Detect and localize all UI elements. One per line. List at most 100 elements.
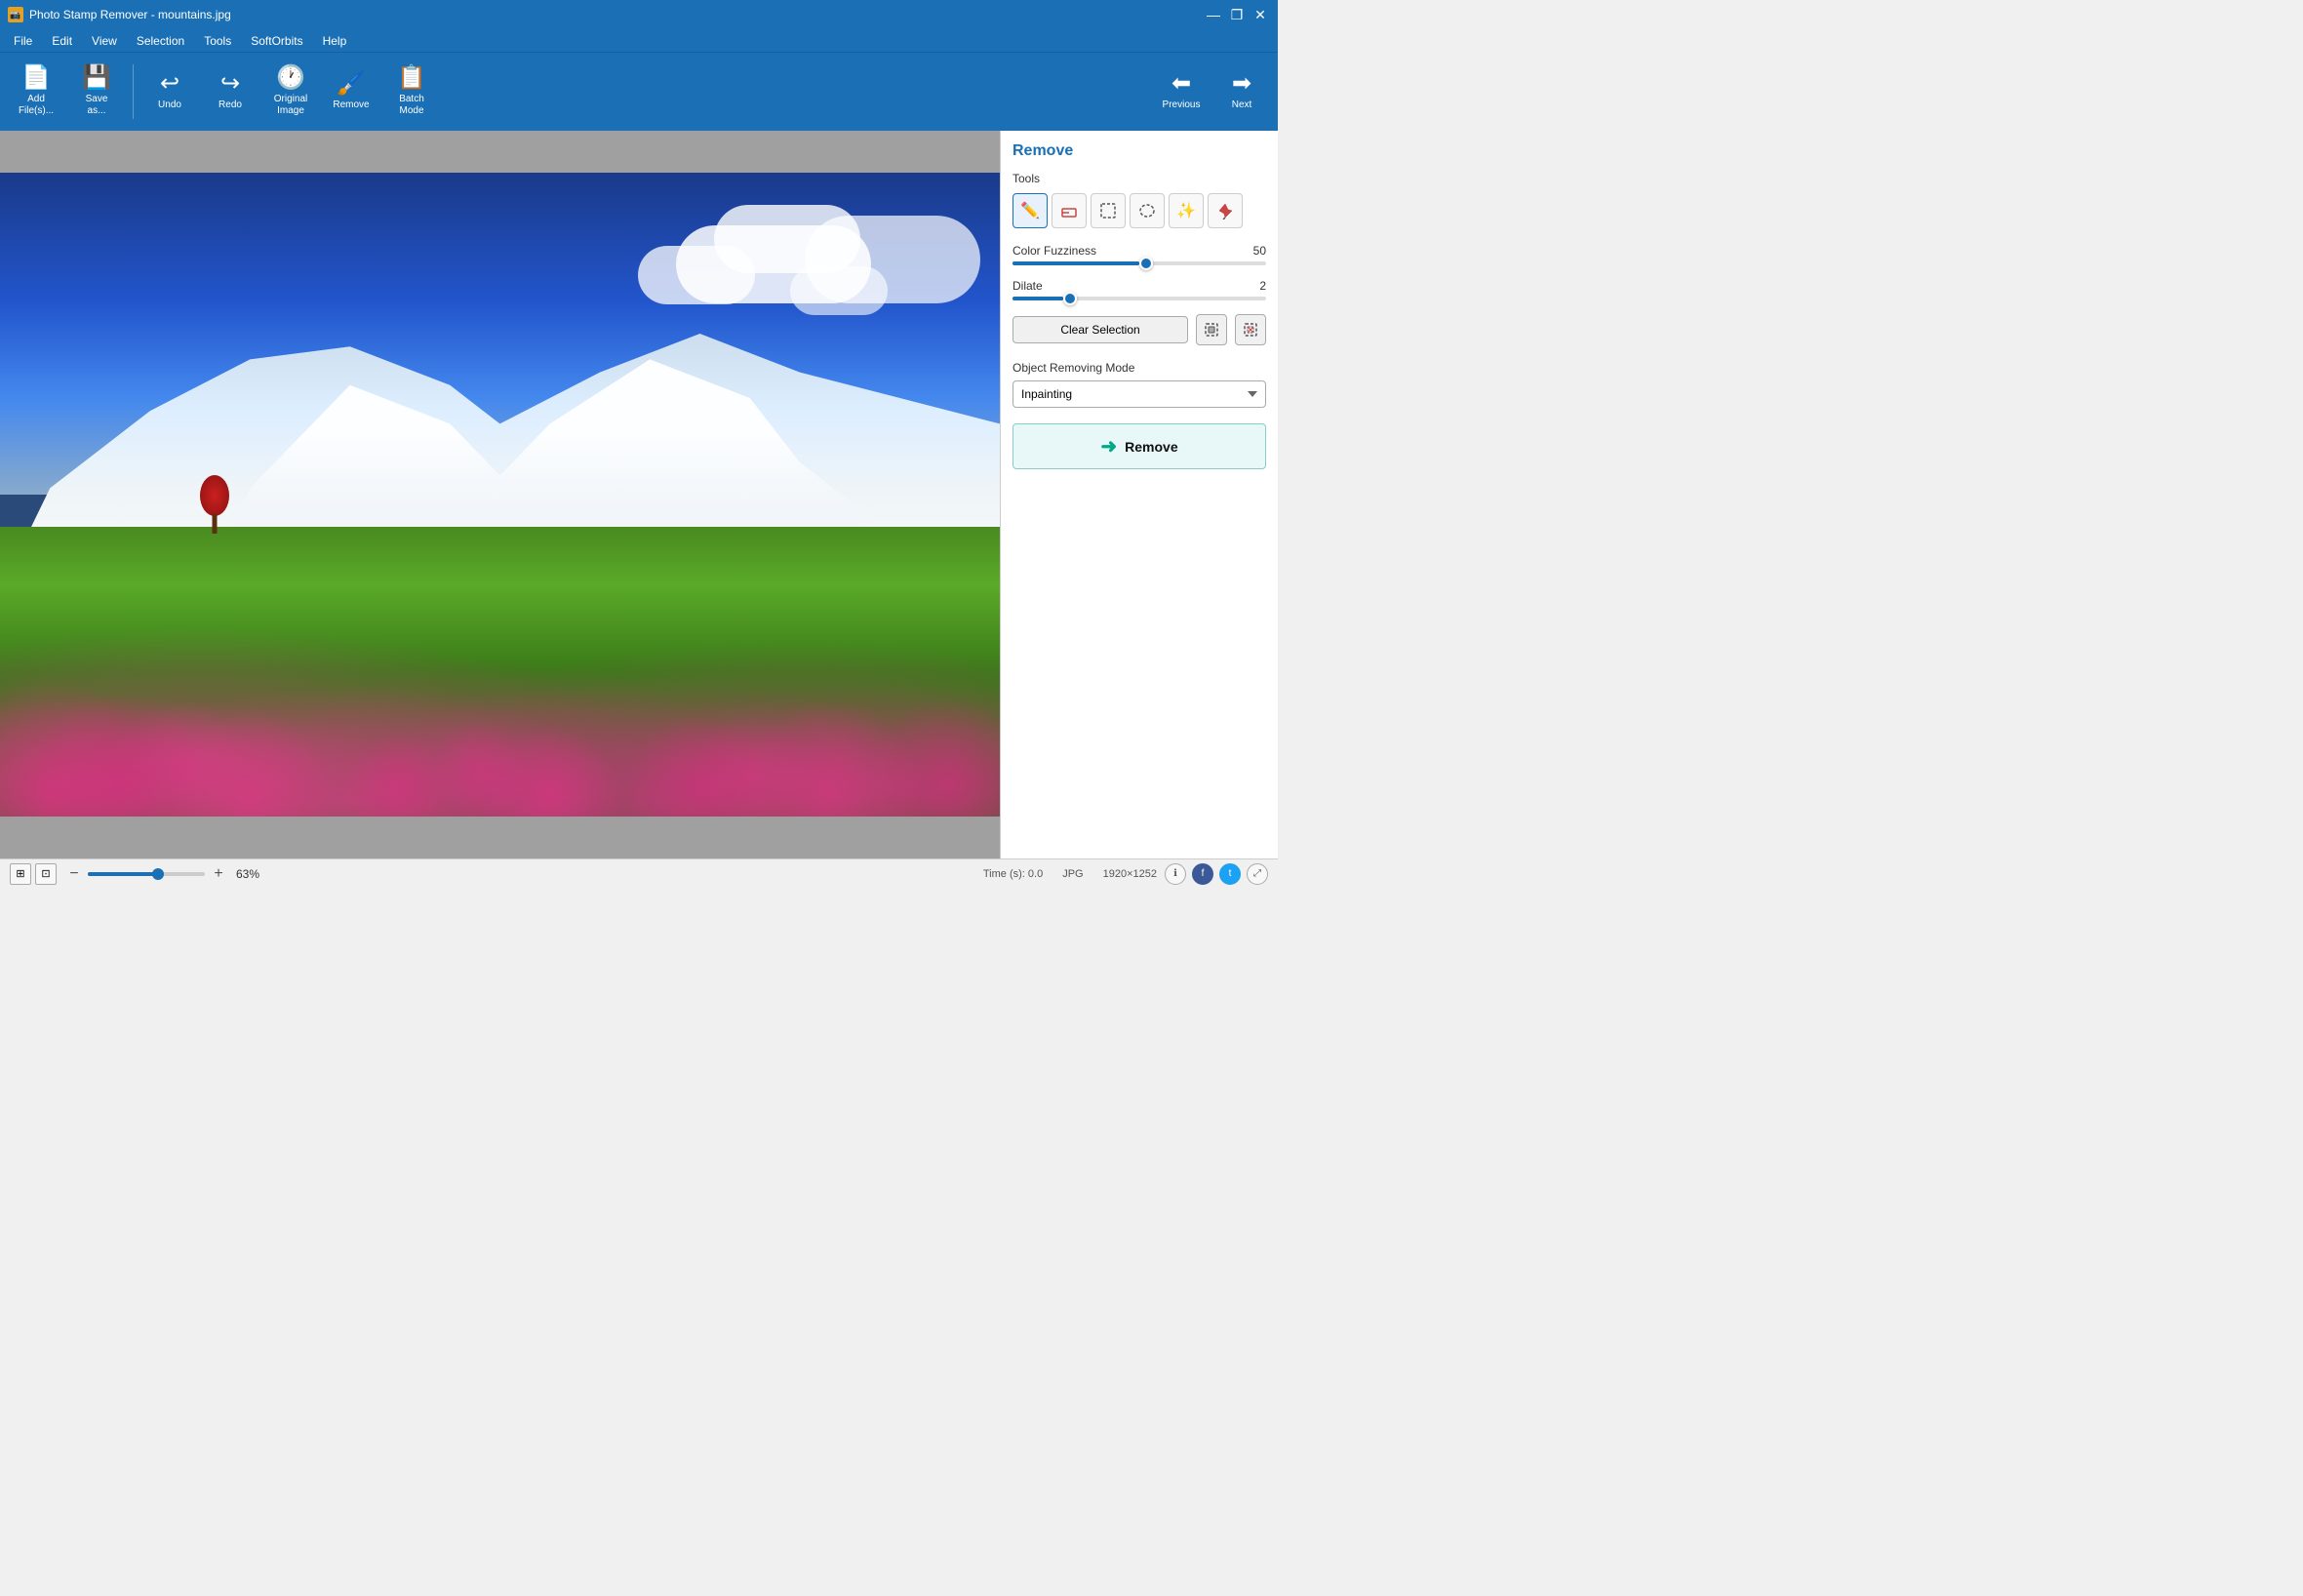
zoom-slider[interactable] [88, 872, 205, 876]
menu-file[interactable]: File [4, 32, 42, 50]
batch-mode-label: BatchMode [399, 94, 424, 117]
menu-bar: File Edit View Selection Tools SoftOrbit… [0, 29, 1278, 53]
lasso-tool-button[interactable] [1130, 193, 1165, 228]
time-label: Time (s): 0.0 [983, 868, 1043, 880]
toolbar: 📄 AddFile(s)... 💾 Saveas... ↩ Undo ↪ Red… [0, 53, 1278, 131]
batch-mode-button[interactable]: 📋 BatchMode [383, 58, 440, 126]
undo-icon: ↩ [160, 72, 179, 96]
add-files-button[interactable]: 📄 AddFile(s)... [8, 58, 64, 126]
color-fuzziness-fill [1013, 261, 1139, 265]
dilate-row: Dilate 2 [1013, 279, 1266, 300]
scene [0, 173, 1000, 817]
redo-icon: ↪ [220, 72, 240, 96]
tools-row: ✏️ ✨ [1013, 193, 1266, 228]
menu-view[interactable]: View [82, 32, 127, 50]
next-icon: ➡ [1232, 72, 1251, 96]
zoom-slider-thumb[interactable] [152, 868, 164, 880]
next-label: Next [1232, 100, 1252, 111]
right-panel: Remove Tools ✏️ ✨ Color Fuzziness 50 [1000, 131, 1278, 858]
status-bar: ⊞ ⊡ − + 63% Time (s): 0.0 JPG 1920×1252 … [0, 858, 1278, 888]
zoom-in-button[interactable]: + [209, 864, 228, 884]
undo-button[interactable]: ↩ Undo [141, 58, 198, 126]
social-buttons: ℹ f t ⤢ [1165, 863, 1268, 885]
object-removing-mode-label: Object Removing Mode [1013, 361, 1266, 375]
remove-button[interactable]: ➜ Remove [1013, 423, 1266, 469]
pin-tool-button[interactable] [1208, 193, 1243, 228]
color-fuzziness-header: Color Fuzziness 50 [1013, 244, 1266, 258]
brush-tool-button[interactable]: ✏️ [1013, 193, 1048, 228]
dilate-header: Dilate 2 [1013, 279, 1266, 293]
dilate-value: 2 [1259, 279, 1266, 293]
clear-selection-button[interactable]: Clear Selection [1013, 316, 1188, 343]
app-icon: 📷 [8, 7, 23, 22]
actual-size-button[interactable]: ⊡ [35, 863, 57, 885]
flowers-detail [0, 591, 1000, 817]
tree-trunk [213, 514, 218, 534]
title-bar-controls: — ❐ ✕ [1204, 5, 1270, 24]
invert-selection-button[interactable] [1235, 314, 1266, 345]
red-tree [200, 475, 229, 534]
tools-label: Tools [1013, 172, 1266, 185]
redo-button[interactable]: ↪ Redo [202, 58, 258, 126]
remove-toolbar-label: Remove [333, 100, 369, 111]
eraser-tool-button[interactable] [1052, 193, 1087, 228]
redo-label: Redo [218, 100, 242, 111]
zoom-controls: − + 63% [64, 864, 259, 884]
dilate-label: Dilate [1013, 279, 1043, 293]
dilate-thumb[interactable] [1063, 292, 1077, 305]
toolbar-separator-1 [133, 64, 134, 119]
object-removing-mode-select[interactable]: Inpainting Smart Fill Content Aware [1013, 380, 1266, 408]
zoom-value: 63% [236, 867, 259, 881]
previous-label: Previous [1163, 100, 1201, 111]
main-layout: Remove Tools ✏️ ✨ Color Fuzziness 50 [0, 131, 1278, 858]
clear-selection-row: Clear Selection [1013, 314, 1266, 345]
menu-tools[interactable]: Tools [194, 32, 241, 50]
menu-edit[interactable]: Edit [42, 32, 82, 50]
original-image-icon: 🕐 [276, 66, 305, 90]
close-button[interactable]: ✕ [1251, 5, 1270, 24]
add-files-label: AddFile(s)... [19, 94, 54, 117]
minimize-button[interactable]: — [1204, 5, 1223, 24]
color-fuzziness-value: 50 [1253, 244, 1266, 258]
color-fuzziness-slider[interactable] [1013, 261, 1266, 265]
share-button[interactable]: ⤢ [1247, 863, 1268, 885]
zoom-out-button[interactable]: − [64, 864, 84, 884]
image-dimensions: 1920×1252 [1103, 868, 1157, 880]
fit-to-window-button[interactable]: ⊞ [10, 863, 31, 885]
remove-toolbar-button[interactable]: 🖌️ Remove [323, 58, 379, 126]
undo-label: Undo [158, 100, 181, 111]
save-as-button[interactable]: 💾 Saveas... [68, 58, 125, 126]
image-format: JPG [1062, 868, 1083, 880]
color-fuzziness-thumb[interactable] [1139, 257, 1153, 270]
save-as-label: Saveas... [86, 94, 108, 117]
magic-wand-tool-button[interactable]: ✨ [1169, 193, 1204, 228]
canvas-image [0, 173, 1000, 817]
color-fuzziness-label: Color Fuzziness [1013, 244, 1096, 258]
zoom-slider-fill [88, 872, 158, 876]
menu-selection[interactable]: Selection [127, 32, 194, 50]
canvas-area[interactable] [0, 131, 1000, 858]
original-image-button[interactable]: 🕐 OriginalImage [262, 58, 319, 126]
menu-softorbits[interactable]: SoftOrbits [241, 32, 312, 50]
title-bar-left: 📷 Photo Stamp Remover - mountains.jpg [8, 7, 231, 22]
twitter-button[interactable]: t [1219, 863, 1241, 885]
tree-crown [200, 475, 229, 516]
previous-icon: ⬅ [1171, 72, 1191, 96]
remove-toolbar-icon: 🖌️ [337, 72, 366, 96]
menu-help[interactable]: Help [313, 32, 357, 50]
restore-button[interactable]: ❐ [1227, 5, 1247, 24]
window-title: Photo Stamp Remover - mountains.jpg [29, 8, 231, 21]
original-image-label: OriginalImage [274, 94, 307, 117]
select-inside-button[interactable] [1196, 314, 1227, 345]
add-files-icon: 📄 [21, 66, 51, 90]
next-button[interactable]: ➡ Next [1213, 58, 1270, 126]
dilate-fill [1013, 297, 1063, 300]
color-fuzziness-row: Color Fuzziness 50 [1013, 244, 1266, 265]
previous-button[interactable]: ⬅ Previous [1153, 58, 1210, 126]
title-bar: 📷 Photo Stamp Remover - mountains.jpg — … [0, 0, 1278, 29]
canvas-view-icons: ⊞ ⊡ [10, 863, 57, 885]
info-button[interactable]: ℹ [1165, 863, 1186, 885]
rect-select-tool-button[interactable] [1091, 193, 1126, 228]
dilate-slider[interactable] [1013, 297, 1266, 300]
facebook-button[interactable]: f [1192, 863, 1213, 885]
